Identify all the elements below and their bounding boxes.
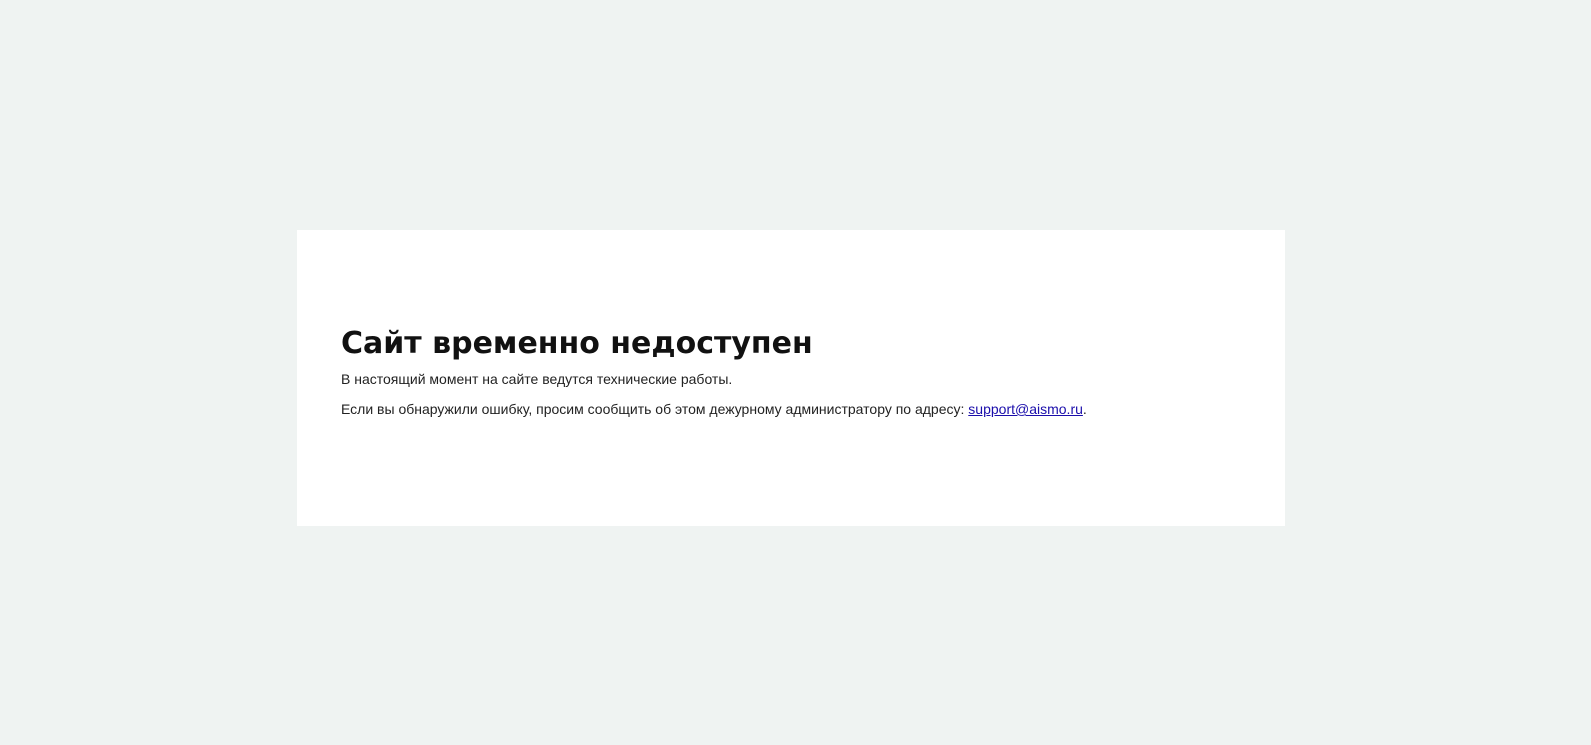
report-paragraph: Если вы обнаружили ошибку, просим сообщи…: [341, 400, 1241, 418]
maintenance-message: В настоящий момент на сайте ведутся техн…: [341, 371, 733, 387]
page-title: Сайт временно недоступен: [341, 326, 813, 361]
support-email-link[interactable]: support@aismo.ru: [968, 401, 1083, 417]
report-text: Если вы обнаружили ошибку, просим сообщи…: [341, 401, 969, 417]
maintenance-card: Сайт временно недоступен В настоящий мом…: [297, 230, 1285, 526]
report-trailing: .: [1082, 401, 1087, 417]
